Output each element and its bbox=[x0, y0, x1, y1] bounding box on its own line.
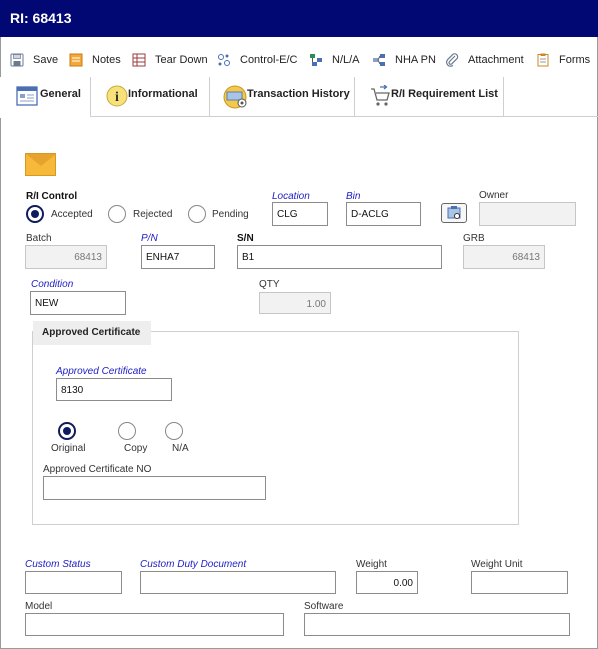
tab-informational-label: Informational bbox=[128, 88, 198, 100]
model-label: Model bbox=[25, 601, 53, 612]
paperclip-icon bbox=[445, 53, 459, 67]
forms-label: Forms bbox=[559, 54, 591, 66]
nha-pn-label: NHA PN bbox=[395, 54, 436, 66]
radio-pending[interactable] bbox=[188, 205, 206, 223]
nla-label: N/L/A bbox=[332, 54, 360, 66]
location-label: Location bbox=[272, 191, 310, 202]
tab-ri-requirement-list-label: R/I Requirement List bbox=[391, 88, 498, 100]
radio-accepted[interactable] bbox=[26, 205, 44, 223]
nla-button[interactable]: N/L/A bbox=[309, 50, 360, 70]
radio-na[interactable] bbox=[165, 422, 183, 440]
tab-strip: General i Informational Transaction Hist… bbox=[0, 77, 598, 118]
sn-label: S/N bbox=[237, 233, 254, 244]
radio-accepted-label: Accepted bbox=[51, 209, 93, 220]
weight-label: Weight bbox=[356, 559, 387, 570]
window-title: RI: 68413 bbox=[0, 0, 598, 37]
general-tab-icon bbox=[16, 85, 38, 110]
tab-ri-requirement-list[interactable]: R/I Requirement List bbox=[355, 77, 504, 117]
owner-field bbox=[479, 202, 576, 226]
radio-rejected-label: Rejected bbox=[133, 209, 173, 220]
model-field[interactable] bbox=[25, 613, 284, 636]
bin-label: Bin bbox=[346, 191, 361, 202]
control-ec-icon bbox=[217, 53, 231, 67]
attachment-button[interactable]: Attachment bbox=[445, 50, 524, 70]
notes-icon bbox=[69, 53, 83, 67]
notes-label: Notes bbox=[92, 54, 121, 66]
approved-certificate-label: Approved Certificate bbox=[56, 366, 147, 377]
control-ec-label: Control-E/C bbox=[240, 54, 298, 66]
software-label: Software bbox=[304, 601, 344, 612]
tab-general-label: General bbox=[40, 88, 81, 100]
save-icon bbox=[10, 53, 24, 67]
svg-text:i: i bbox=[115, 90, 119, 105]
transaction-history-icon bbox=[223, 85, 249, 112]
nla-icon bbox=[309, 53, 323, 67]
info-icon: i bbox=[106, 85, 128, 110]
approved-certificate-no-label: Approved Certificate NO bbox=[43, 464, 152, 475]
approved-certificate-legend: Approved Certificate bbox=[33, 321, 151, 345]
condition-field[interactable]: NEW bbox=[30, 291, 126, 315]
weight-field[interactable]: 0.00 bbox=[356, 571, 418, 594]
weight-unit-field[interactable] bbox=[471, 571, 568, 594]
nha-pn-icon bbox=[372, 53, 386, 67]
bin-lookup-button[interactable] bbox=[441, 203, 467, 223]
tab-transaction-history-label: Transaction History bbox=[247, 88, 350, 100]
envelope-icon[interactable] bbox=[25, 153, 56, 176]
radio-original[interactable] bbox=[58, 422, 76, 440]
qty-field: 1.00 bbox=[259, 292, 331, 314]
attachment-label: Attachment bbox=[468, 54, 524, 66]
batch-field: 68413 bbox=[25, 245, 107, 269]
tab-transaction-history[interactable]: Transaction History bbox=[210, 77, 355, 117]
radio-na-label: N/A bbox=[172, 443, 189, 454]
tear-down-button[interactable]: Tear Down bbox=[132, 50, 208, 70]
custom-duty-document-label: Custom Duty Document bbox=[140, 559, 247, 570]
approved-certificate-field[interactable]: 8130 bbox=[56, 378, 172, 401]
cart-arrow-icon bbox=[369, 84, 393, 112]
tear-down-icon bbox=[132, 53, 146, 67]
custom-status-field[interactable] bbox=[25, 571, 122, 594]
grb-label: GRB bbox=[463, 233, 485, 244]
tab-general[interactable]: General bbox=[0, 77, 91, 118]
forms-button[interactable]: Forms bbox=[536, 50, 590, 70]
pn-field[interactable]: ENHA7 bbox=[141, 245, 215, 269]
control-ec-button[interactable]: Control-E/C bbox=[217, 50, 297, 70]
bin-field[interactable]: D-ACLG bbox=[346, 202, 421, 226]
radio-copy[interactable] bbox=[118, 422, 136, 440]
tear-down-label: Tear Down bbox=[155, 54, 208, 66]
radio-copy-label: Copy bbox=[124, 443, 148, 454]
custom-status-label: Custom Status bbox=[25, 559, 91, 570]
pn-label: P/N bbox=[141, 233, 158, 244]
weight-unit-label: Weight Unit bbox=[471, 559, 523, 570]
radio-original-label: Original bbox=[51, 443, 86, 454]
custom-duty-document-field[interactable] bbox=[140, 571, 336, 594]
condition-label: Condition bbox=[31, 279, 74, 290]
nha-pn-button[interactable]: NHA PN bbox=[372, 50, 436, 70]
tab-informational[interactable]: i Informational bbox=[91, 77, 210, 117]
bin-lookup-icon bbox=[447, 206, 461, 219]
software-field[interactable] bbox=[304, 613, 570, 636]
toolbar: Save Notes Tear Down Control-E/C N/L/A N… bbox=[0, 46, 598, 74]
owner-label: Owner bbox=[479, 190, 509, 201]
location-field[interactable]: CLG bbox=[272, 202, 328, 226]
qty-label: QTY bbox=[259, 279, 280, 290]
save-label: Save bbox=[33, 54, 59, 66]
batch-label: Batch bbox=[26, 233, 52, 244]
grb-field: 68413 bbox=[463, 245, 545, 269]
forms-icon bbox=[536, 53, 550, 67]
approved-certificate-no-field[interactable] bbox=[43, 476, 266, 500]
ri-control-label: R/I Control bbox=[26, 191, 78, 202]
notes-button[interactable]: Notes bbox=[69, 50, 121, 70]
radio-rejected[interactable] bbox=[108, 205, 126, 223]
radio-pending-label: Pending bbox=[212, 209, 249, 220]
save-button[interactable]: Save bbox=[10, 50, 58, 70]
sn-field[interactable]: B1 bbox=[237, 245, 442, 269]
